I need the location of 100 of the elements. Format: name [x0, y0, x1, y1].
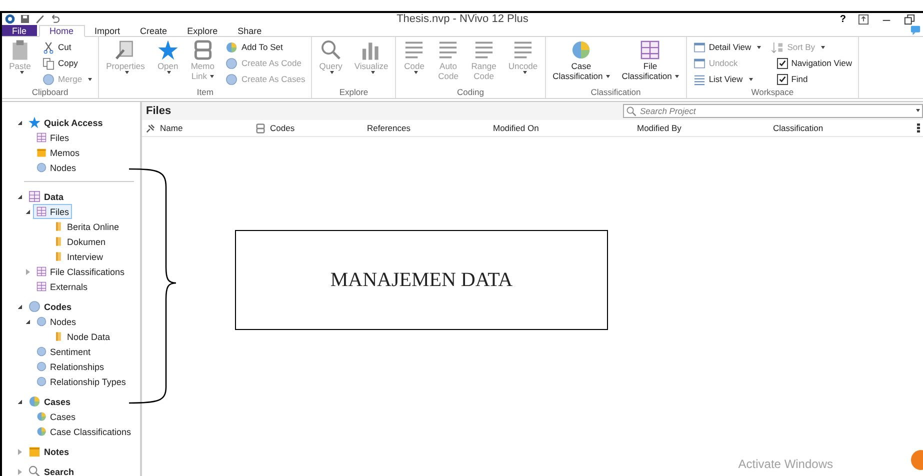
- lines-icon: [472, 39, 495, 61]
- grid-icon: [28, 190, 41, 203]
- save-icon[interactable]: [19, 13, 31, 25]
- window-icon: [692, 40, 706, 54]
- circle-icon: [36, 316, 47, 327]
- copy-icon: [42, 56, 55, 70]
- column-header[interactable]: References: [367, 123, 493, 133]
- pie-icon: [36, 426, 47, 437]
- folder-icon: [53, 251, 64, 262]
- caret-icon: [606, 74, 610, 78]
- ribbon-tab[interactable]: Explore: [177, 25, 228, 36]
- expand-toggle[interactable]: [18, 194, 22, 198]
- caret-icon: [88, 78, 92, 80]
- section-title[interactable]: Data: [44, 192, 64, 202]
- checkbox[interactable]: [777, 74, 788, 84]
- tree-item[interactable]: Node Data: [50, 329, 114, 344]
- tree-item[interactable]: Files: [33, 130, 72, 145]
- section-title[interactable]: Cases: [44, 396, 71, 406]
- ribbon-tab[interactable]: Create: [130, 25, 178, 36]
- search-field[interactable]: Search Project: [623, 104, 923, 118]
- ribbon-button[interactable]: Detail View: [690, 39, 764, 55]
- lines-icon: [512, 39, 534, 61]
- tree-item[interactable]: Interview: [50, 249, 106, 264]
- tree-item[interactable]: File Classifications: [33, 264, 128, 279]
- caret-icon: [330, 71, 334, 74]
- pie-icon: [28, 395, 41, 408]
- tree-item[interactable]: Nodes: [33, 314, 80, 329]
- group-label: Clipboard: [30, 87, 70, 98]
- folder-icon: [53, 236, 64, 247]
- caret-icon[interactable]: [916, 109, 920, 112]
- column-header[interactable]: Codes: [255, 122, 367, 134]
- expand-toggle[interactable]: [26, 210, 30, 214]
- caret-icon: [370, 71, 375, 74]
- tree-item[interactable]: Sentiment: [33, 344, 94, 359]
- folder-icon: [53, 221, 64, 232]
- grid-icon: [36, 281, 47, 292]
- ribbon-button[interactable]: Add To Set: [223, 39, 308, 55]
- tree-item[interactable]: Cases: [33, 409, 79, 424]
- section-title[interactable]: Quick Access: [44, 118, 103, 128]
- ribbon-button[interactable]: Copy: [40, 55, 94, 71]
- circle-icon: [36, 361, 47, 372]
- tree-item[interactable]: Nodes: [33, 160, 80, 175]
- pie-icon: [36, 411, 47, 422]
- column-header[interactable]: Classification: [773, 123, 917, 133]
- section-title[interactable]: Codes: [44, 302, 72, 312]
- ribbon-tab[interactable]: Import: [84, 25, 130, 36]
- circle-icon: [36, 162, 47, 173]
- column-header[interactable]: Modified On: [493, 123, 637, 133]
- caret-icon: [124, 71, 129, 74]
- checkbox-label: Find: [791, 74, 808, 84]
- ribbon-tab[interactable]: Share: [228, 25, 272, 36]
- help-button[interactable]: ?: [840, 14, 846, 24]
- caret-icon: [674, 74, 679, 78]
- pin-icon: [145, 122, 156, 134]
- pencil-icon[interactable]: [34, 13, 46, 25]
- tree-item[interactable]: Memos: [33, 145, 83, 160]
- ribbon-tab[interactable]: File: [2, 25, 37, 36]
- tree-item[interactable]: Berita Online: [50, 219, 122, 234]
- lines-icon: [403, 39, 426, 61]
- section-title[interactable]: Search: [44, 466, 74, 476]
- tree-item[interactable]: Externals: [33, 279, 91, 294]
- tree-item[interactable]: Relationship Types: [33, 374, 129, 389]
- tree-item[interactable]: Case Classifications: [33, 424, 134, 439]
- expand-toggle[interactable]: [18, 304, 22, 308]
- circle-icon: [28, 300, 41, 313]
- expand-toggle[interactable]: [18, 120, 22, 124]
- ribbon-button[interactable]: Case Classification: [550, 39, 613, 81]
- star-icon: [156, 39, 179, 61]
- expand-toggle[interactable]: [26, 320, 30, 324]
- pie-icon: [225, 40, 238, 54]
- caret-icon: [167, 71, 172, 74]
- ribbon-tab[interactable]: Home: [38, 25, 85, 37]
- tree-item[interactable]: Files: [33, 204, 72, 219]
- expand-toggle[interactable]: [18, 448, 22, 454]
- grid-icon: [639, 39, 662, 61]
- ribbon-button[interactable]: List View: [690, 71, 764, 87]
- group-label: Workspace: [750, 87, 795, 98]
- column-menu-icon[interactable]: [917, 123, 920, 133]
- circle-icon: [42, 72, 55, 86]
- ribbon-button[interactable]: Cut: [40, 39, 94, 55]
- group-label: Classification: [590, 87, 642, 98]
- ribbon-display-icon[interactable]: [858, 14, 869, 24]
- caret-icon: [757, 46, 762, 48]
- checkbox[interactable]: [777, 58, 788, 68]
- tree-item[interactable]: Dokumen: [50, 234, 109, 249]
- undo-icon[interactable]: [49, 13, 61, 25]
- expand-toggle[interactable]: [26, 268, 30, 274]
- panel-title: Files: [146, 105, 172, 117]
- app-logo-icon: [4, 13, 16, 25]
- window-icon: [692, 56, 706, 70]
- column-header[interactable]: Name: [145, 122, 255, 134]
- expand-toggle[interactable]: [18, 400, 22, 404]
- column-header[interactable]: Modified By: [637, 123, 773, 133]
- expand-toggle[interactable]: [18, 468, 22, 474]
- circle-icon: [36, 376, 47, 387]
- tree-item[interactable]: Relationships: [33, 359, 108, 374]
- star-icon: [28, 116, 41, 129]
- ribbon-button[interactable]: File Classification: [618, 39, 682, 81]
- restore-icon[interactable]: [904, 14, 915, 24]
- section-title[interactable]: Notes: [44, 446, 70, 456]
